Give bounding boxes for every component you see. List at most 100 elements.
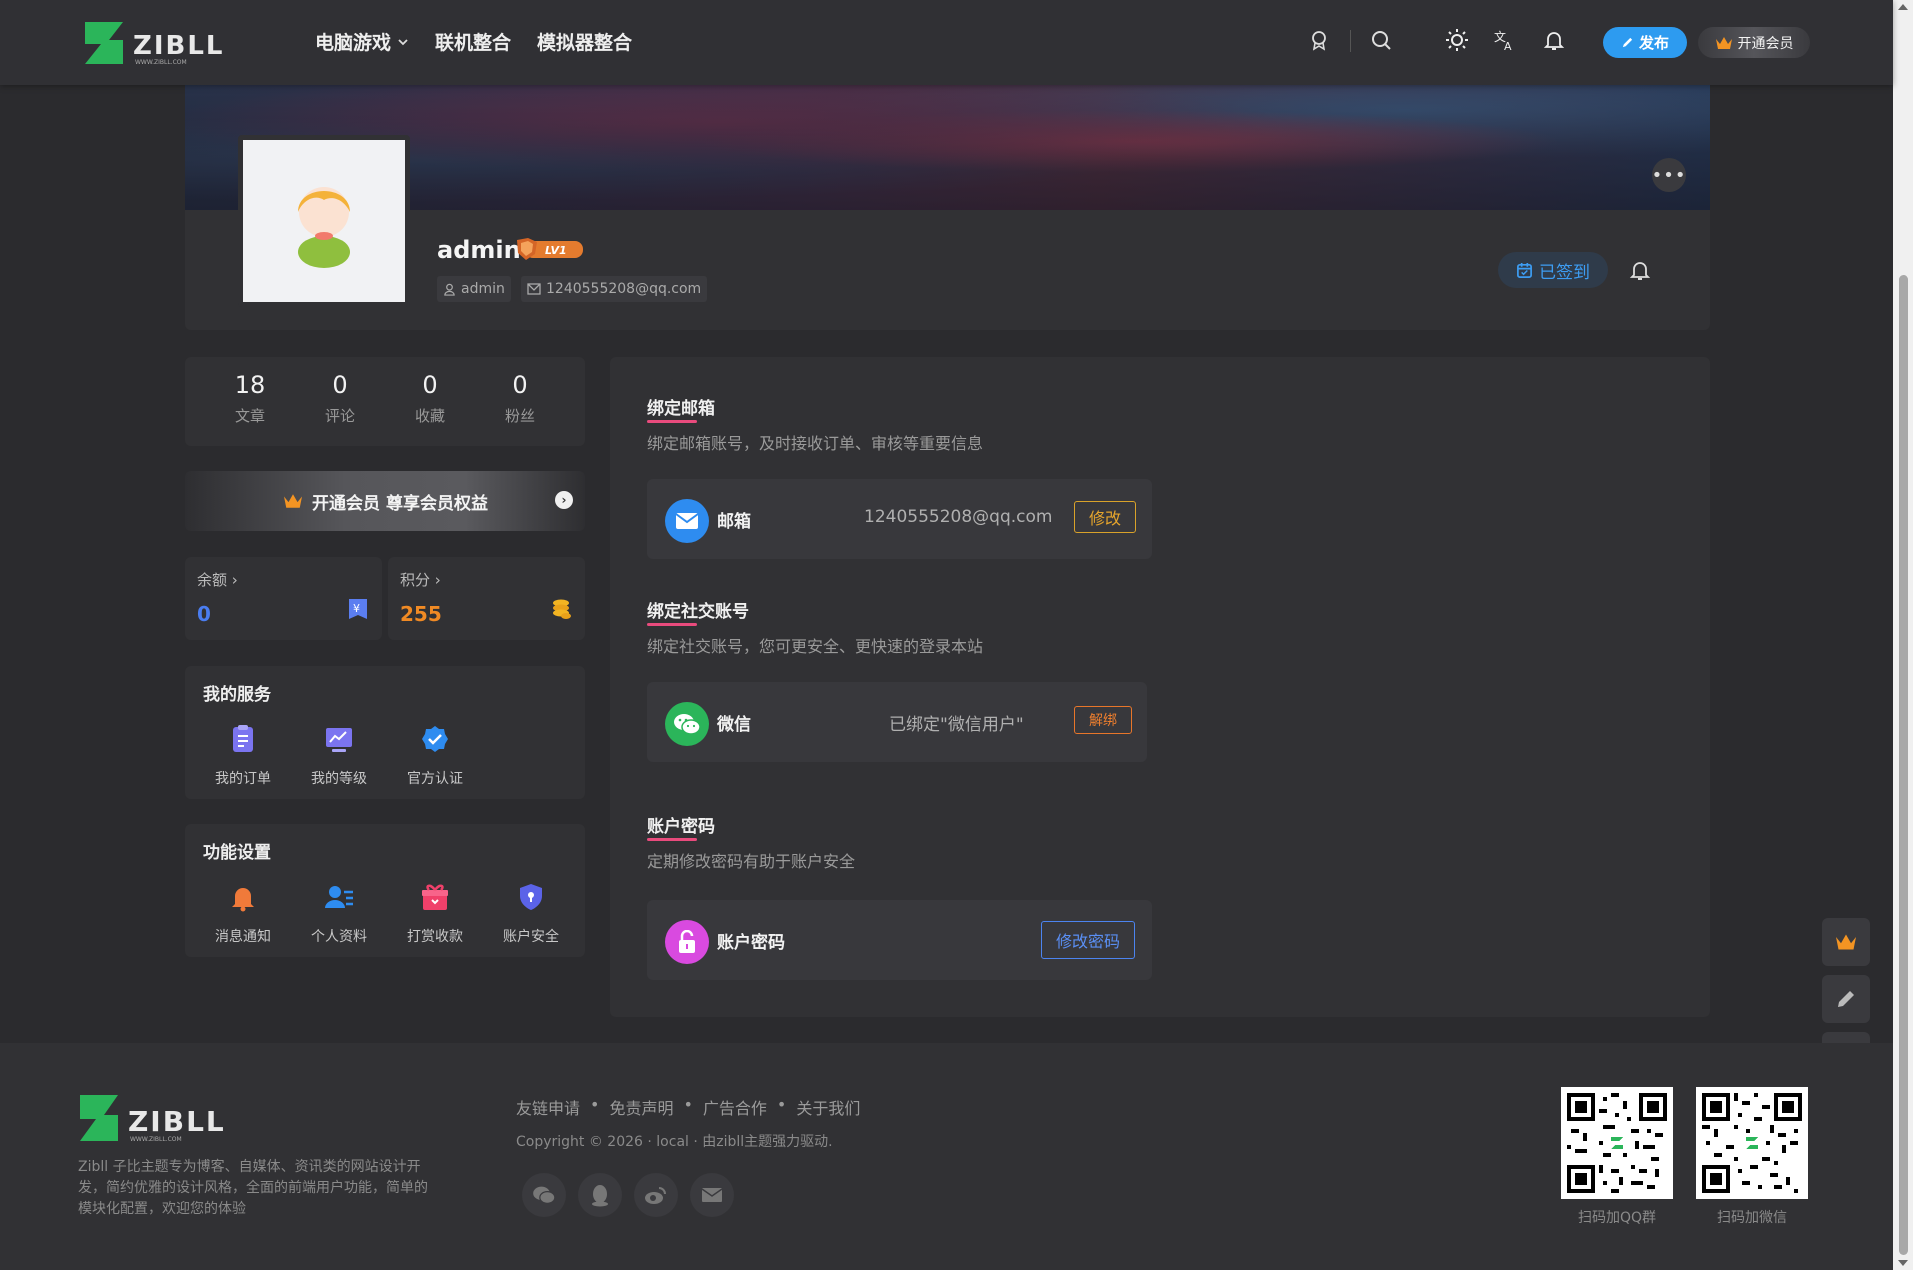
bell-icon[interactable] — [1542, 28, 1566, 52]
service-level[interactable]: 我的等级 — [291, 724, 387, 788]
site-logo[interactable]: ZIBLL WWW.ZIBLL.COM — [83, 20, 233, 66]
coins-icon — [553, 599, 571, 619]
calendar-icon — [1517, 262, 1532, 278]
email-icon[interactable] — [690, 1173, 734, 1217]
account-settings-panel: 绑定邮箱 绑定邮箱账号，及时接收订单、审核等重要信息 邮箱 1240555208… — [610, 357, 1710, 1017]
stat-comments[interactable]: 0 评论 — [305, 357, 375, 446]
change-password-button[interactable]: 修改密码 — [1041, 921, 1135, 959]
nav-emulator[interactable]: 模拟器整合 — [537, 28, 632, 55]
login-chip: admin — [437, 276, 511, 302]
svg-text:A: A — [1504, 40, 1512, 52]
float-edit-button[interactable] — [1822, 975, 1870, 1023]
page-scrollbar[interactable] — [1893, 0, 1913, 1270]
logo-text: ZIBLL — [133, 31, 224, 61]
crown-icon — [284, 494, 303, 508]
wechat-qrcode-label: 扫码加微信 — [1717, 1210, 1787, 1226]
chevron-right-icon: › — [555, 491, 573, 509]
qq-icon[interactable] — [578, 1173, 622, 1217]
svg-text:LV1: LV1 — [545, 244, 567, 257]
notification-icon — [232, 888, 254, 912]
stat-articles[interactable]: 18 文章 — [215, 357, 285, 446]
translate-icon[interactable]: 文A — [1493, 28, 1517, 52]
main-nav: 电脑游戏 联机整合 模拟器整合 — [315, 28, 632, 55]
stat-followers[interactable]: 0 粉丝 — [485, 357, 555, 446]
settings-card: 功能设置 消息通知 个人资料 打赏收款 账户安全 — [185, 824, 585, 957]
mail-icon — [665, 499, 709, 543]
service-verified[interactable]: 官方认证 — [387, 724, 483, 788]
wechat-icon — [665, 702, 709, 746]
notification-bell-icon[interactable] — [1628, 258, 1652, 282]
password-label: 账户密码 — [717, 933, 785, 953]
qq-group-qrcode — [1561, 1087, 1673, 1199]
social-section-desc: 绑定社交账号，您可更安全、更快速的登录本站 — [647, 637, 984, 656]
setting-notifications[interactable]: 消息通知 — [195, 882, 291, 946]
password-row: 账户密码 修改密码 — [647, 900, 1152, 980]
footer-link-about[interactable]: 关于我们 — [796, 1095, 860, 1119]
gift-icon — [422, 884, 448, 910]
more-icon[interactable]: ••• — [1652, 158, 1686, 192]
pencil-icon — [1622, 37, 1633, 48]
profile-card — [185, 210, 1710, 330]
vip-promo-bar[interactable]: 开通会员 尊享会员权益 › — [185, 471, 585, 531]
password-section-title: 账户密码 — [647, 817, 715, 837]
logo-sub: WWW.ZIBLL.COM — [135, 59, 187, 66]
publish-button[interactable]: 发布 — [1603, 27, 1687, 58]
footer-link-disclaimer[interactable]: 免责声明 — [609, 1095, 673, 1119]
badge-icon[interactable] — [1307, 28, 1331, 52]
level-badge: LV1 — [517, 238, 583, 260]
email-section-title: 绑定邮箱 — [647, 399, 715, 419]
setting-rewards[interactable]: 打赏收款 — [387, 882, 483, 946]
scroll-down-arrow[interactable] — [1898, 1260, 1908, 1266]
password-section-desc: 定期修改密码有助于账户安全 — [647, 852, 856, 871]
setting-profile[interactable]: 个人资料 — [291, 882, 387, 946]
footer-link-ads[interactable]: 广告合作 — [703, 1095, 767, 1119]
profile-icon — [325, 886, 353, 908]
profile-banner — [185, 85, 1710, 210]
footer-link-friends[interactable]: 友链申请 — [516, 1095, 580, 1119]
wechat-label: 微信 — [717, 715, 751, 735]
vip-button[interactable]: 开通会员 — [1698, 27, 1810, 58]
search-icon[interactable] — [1369, 28, 1393, 52]
level-icon — [326, 728, 352, 752]
balance-card[interactable]: 余额 › 0 ¥ — [185, 557, 382, 640]
pencil-icon — [1838, 991, 1854, 1007]
wechat-row: 微信 已绑定"微信用户" 解绑 — [647, 682, 1147, 762]
edit-email-button[interactable]: 修改 — [1074, 501, 1136, 533]
qq-qrcode-label: 扫码加QQ群 — [1577, 1210, 1657, 1226]
stats-card: 18 文章 0 评论 0 收藏 0 粉丝 — [185, 357, 585, 446]
email-label: 邮箱 — [717, 512, 751, 532]
stat-favorites[interactable]: 0 收藏 — [395, 357, 465, 446]
crown-icon — [1715, 36, 1732, 49]
section-underline — [647, 623, 697, 626]
scrollbar-thumb[interactable] — [1899, 275, 1908, 1255]
email-row: 邮箱 1240555208@qq.com 修改 — [647, 479, 1152, 559]
wechat-icon[interactable] — [522, 1173, 566, 1217]
avatar[interactable] — [238, 135, 410, 307]
wechat-value: 已绑定"微信用户" — [889, 715, 1024, 735]
order-icon — [233, 725, 253, 752]
svg-text:WWW.ZIBLL.COM: WWW.ZIBLL.COM — [130, 1136, 182, 1143]
security-icon — [520, 884, 542, 910]
footer-logo[interactable]: ZIBLL WWW.ZIBLL.COM — [78, 1093, 228, 1145]
signed-in-button[interactable]: 已签到 — [1498, 252, 1608, 288]
verified-icon — [422, 726, 448, 752]
weibo-icon[interactable] — [634, 1173, 678, 1217]
svg-text:¥: ¥ — [353, 602, 360, 615]
nav-online[interactable]: 联机整合 — [435, 28, 511, 55]
section-underline — [647, 838, 697, 841]
unbind-wechat-button[interactable]: 解绑 — [1074, 706, 1132, 734]
service-orders[interactable]: 我的订单 — [195, 724, 291, 788]
username: admin — [437, 236, 521, 264]
theme-icon[interactable] — [1445, 28, 1469, 52]
float-vip-button[interactable] — [1822, 918, 1870, 966]
scroll-up-arrow[interactable] — [1898, 4, 1908, 10]
points-card[interactable]: 积分 › 255 — [388, 557, 585, 640]
mail-icon — [527, 283, 541, 295]
top-header: ZIBLL WWW.ZIBLL.COM 电脑游戏 联机整合 模拟器整合 文A 发… — [0, 0, 1893, 85]
services-card: 我的服务 我的订单 我的等级 官方认证 — [185, 666, 585, 799]
settings-title: 功能设置 — [203, 843, 271, 863]
chevron-down-icon — [398, 38, 408, 45]
nav-pc-games[interactable]: 电脑游戏 — [315, 28, 409, 55]
services-title: 我的服务 — [203, 685, 271, 705]
setting-security[interactable]: 账户安全 — [483, 882, 579, 946]
